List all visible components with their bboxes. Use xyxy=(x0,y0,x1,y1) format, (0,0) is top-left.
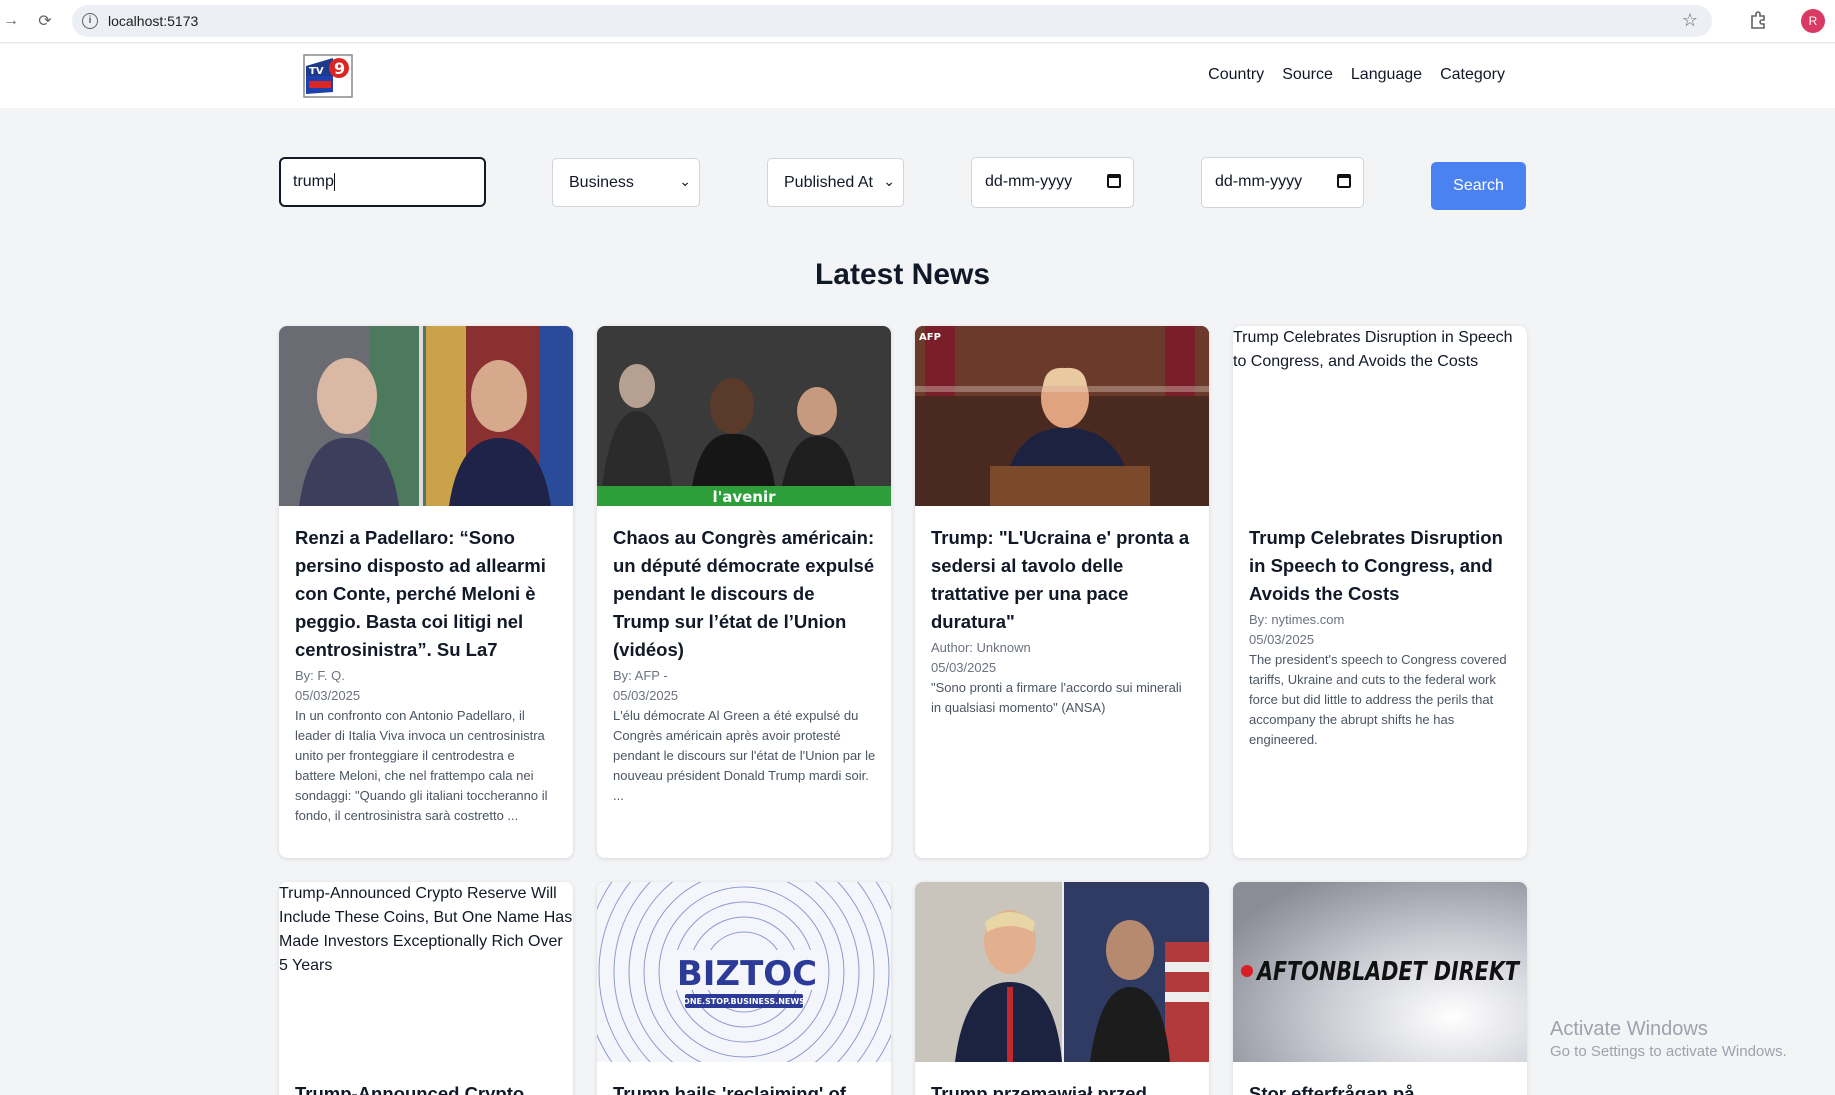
article-image xyxy=(279,326,573,506)
news-card[interactable]: l'avenir Chaos au Congrès américain: un … xyxy=(597,326,891,858)
news-card[interactable]: BIZTOC ONE.STOP.BUSINESS.NEWS Trump hail… xyxy=(597,882,891,1095)
card-title[interactable]: Stor efterfrågan på utbildningar xyxy=(1249,1080,1512,1095)
nav-language[interactable]: Language xyxy=(1351,66,1422,84)
address-bar[interactable]: i localhost:5173 ☆ xyxy=(72,5,1712,37)
nav-category[interactable]: Category xyxy=(1440,66,1505,84)
card-title[interactable]: Renzi a Padellaro: “Sono persino dispost… xyxy=(295,524,558,664)
sort-select-value: Published At xyxy=(784,174,873,191)
card-description: "Sono pronti a firmare l'accordo sui min… xyxy=(931,680,1182,715)
filter-bar: trump Business ⌄ Published At ⌄ dd-mm-yy… xyxy=(0,157,1835,210)
sort-select[interactable]: Published At ⌄ xyxy=(767,158,904,207)
image-brand-label: BIZTOC xyxy=(677,954,817,994)
search-button[interactable]: Search xyxy=(1431,162,1526,210)
date-from-placeholder: dd-mm-yyyy xyxy=(985,173,1073,190)
card-description: In un confronto con Antonio Padellaro, i… xyxy=(295,708,548,823)
article-image: BIZTOC ONE.STOP.BUSINESS.NEWS xyxy=(597,882,891,1062)
image-brand-label: AFTONBLADET DIREKT xyxy=(1255,957,1520,987)
card-author: By: nytimes.com xyxy=(1249,612,1345,627)
card-author: By: AFP - xyxy=(613,668,668,683)
nav-country[interactable]: Country xyxy=(1208,66,1264,84)
article-image-broken: Trump Celebrates Disruption in Speech to… xyxy=(1233,326,1527,506)
browser-toolbar: → ⟳ i localhost:5173 ☆ R xyxy=(0,0,1835,43)
watermark-line1: Activate Windows xyxy=(1550,1018,1708,1040)
reload-icon[interactable]: ⟳ xyxy=(34,10,56,32)
article-image-broken: Trump-Announced Crypto Reserve Will Incl… xyxy=(279,882,573,1062)
card-author: Author: Unknown xyxy=(931,640,1031,655)
tv9-logo[interactable]: 9 TV xyxy=(303,54,353,98)
news-card[interactable]: Trump przemawiał przed xyxy=(915,882,1209,1095)
news-card[interactable]: Renzi a Padellaro: “Sono persino dispost… xyxy=(279,326,573,858)
card-title[interactable]: Trump hails 'reclaiming' of xyxy=(613,1080,876,1095)
image-alt-text: Trump Celebrates Disruption in Speech to… xyxy=(1233,329,1513,370)
article-image: l'avenir xyxy=(597,326,891,506)
calendar-icon[interactable] xyxy=(1107,174,1121,188)
card-title[interactable]: Trump Celebrates Disruption in Speech to… xyxy=(1249,524,1512,608)
image-agency-label: AFP xyxy=(919,332,941,343)
card-date: 05/03/2025 xyxy=(931,660,997,675)
date-to-input[interactable]: dd-mm-yyyy xyxy=(1201,157,1364,208)
back-arrow-icon[interactable]: → xyxy=(0,10,22,32)
news-card[interactable]: Trump-Announced Crypto Reserve Will Incl… xyxy=(279,882,573,1095)
chevron-down-icon: ⌄ xyxy=(679,173,691,189)
page-title: Latest News xyxy=(814,258,991,291)
category-select-value: Business xyxy=(569,174,634,191)
card-date: 05/03/2025 xyxy=(613,688,679,703)
svg-text:TV: TV xyxy=(309,66,324,77)
watermark-line2: Go to Settings to activate Windows. xyxy=(1550,1043,1787,1060)
image-brand-sublabel: ONE.STOP.BUSINESS.NEWS xyxy=(683,997,805,1006)
image-alt-text: Trump-Announced Crypto Reserve Will Incl… xyxy=(279,885,573,974)
news-card[interactable]: Trump Celebrates Disruption in Speech to… xyxy=(1233,326,1527,858)
card-date: 05/03/2025 xyxy=(295,688,361,703)
top-nav: Country Source Language Category xyxy=(1208,66,1505,84)
extensions-icon[interactable] xyxy=(1748,9,1770,31)
site-header: 9 TV Country Source Language Category xyxy=(0,44,1835,108)
search-input-value: trump xyxy=(293,173,334,191)
text-caret xyxy=(333,173,335,191)
card-title[interactable]: Trump-Announced Crypto xyxy=(295,1080,558,1095)
address-url[interactable]: localhost:5173 xyxy=(108,13,198,29)
bookmark-star-icon[interactable]: ☆ xyxy=(1682,10,1698,31)
article-image: AFP xyxy=(915,326,1209,506)
profile-avatar[interactable]: R xyxy=(1801,9,1825,33)
card-title[interactable]: Trump: "L'Ucraina e' pronta a sedersi al… xyxy=(931,524,1194,636)
article-image xyxy=(915,882,1209,1062)
windows-activation-watermark: Activate Windows Go to Settings to activ… xyxy=(1550,1018,1787,1060)
card-description: L'élu démocrate Al Green a été expulsé d… xyxy=(613,708,876,803)
svg-text:9: 9 xyxy=(334,59,345,78)
search-input[interactable]: trump xyxy=(279,157,486,207)
chevron-down-icon: ⌄ xyxy=(883,173,895,189)
site-info-icon[interactable]: i xyxy=(82,13,98,29)
date-from-input[interactable]: dd-mm-yyyy xyxy=(971,157,1134,208)
card-title[interactable]: Trump przemawiał przed xyxy=(931,1080,1194,1095)
category-select[interactable]: Business ⌄ xyxy=(552,158,700,207)
article-image: AFTONBLADET DIREKT xyxy=(1233,882,1527,1062)
date-to-placeholder: dd-mm-yyyy xyxy=(1215,173,1303,190)
card-title[interactable]: Chaos au Congrès américain: un député dé… xyxy=(613,524,876,664)
news-card[interactable]: AFP Trump: "L'Ucraina e' pronta a seders… xyxy=(915,326,1209,858)
news-card[interactable]: AFTONBLADET DIREKT Stor efterfrågan på u… xyxy=(1233,882,1527,1095)
card-description: The president's speech to Congress cover… xyxy=(1249,652,1507,747)
card-date: 05/03/2025 xyxy=(1249,632,1315,647)
image-brand-label: l'avenir xyxy=(712,488,776,506)
calendar-icon[interactable] xyxy=(1337,174,1351,188)
nav-source[interactable]: Source xyxy=(1282,66,1333,84)
card-author: By: F. Q. xyxy=(295,668,345,683)
